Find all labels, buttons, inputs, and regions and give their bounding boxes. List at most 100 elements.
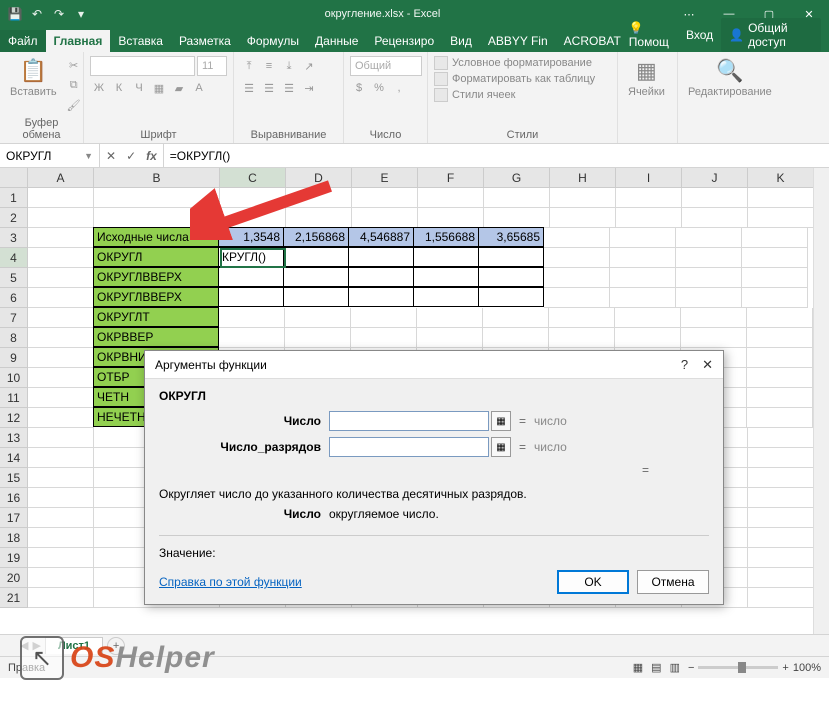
formula-input[interactable]: =ОКРУГЛ() xyxy=(164,144,829,167)
row-5[interactable]: 5 xyxy=(0,268,28,288)
ok-button[interactable]: OK xyxy=(557,570,629,594)
view-normal-icon[interactable]: ▦ xyxy=(633,661,643,674)
dialog-help-icon[interactable]: ? xyxy=(681,357,688,373)
currency-icon[interactable]: $ xyxy=(350,79,368,97)
cell-C3[interactable]: 1,3548 xyxy=(218,227,284,247)
row-10[interactable]: 10 xyxy=(0,368,28,388)
comma-icon[interactable]: , xyxy=(390,79,408,97)
row-7[interactable]: 7 xyxy=(0,308,28,328)
cell-B6[interactable]: ОКРУГЛВВЕРХ xyxy=(93,287,219,307)
cell-B7[interactable]: ОКРУГЛТ xyxy=(93,307,219,327)
tab-review[interactable]: Рецензиро xyxy=(366,30,442,52)
col-B[interactable]: B xyxy=(94,168,220,188)
tab-layout[interactable]: Разметка xyxy=(171,30,239,52)
share-button[interactable]: 👤 Общий доступ xyxy=(721,18,821,52)
col-C[interactable]: C xyxy=(220,168,286,188)
cell-B3[interactable]: Исходные числа xyxy=(93,227,219,247)
arg2-refedit-icon[interactable]: ▦ xyxy=(491,437,511,457)
name-box[interactable]: ОКРУГЛ ▼ xyxy=(0,144,100,167)
undo-icon[interactable]: ↶ xyxy=(28,5,46,23)
row-6[interactable]: 6 xyxy=(0,288,28,308)
help-link[interactable]: Справка по этой функции xyxy=(159,575,302,589)
cell-B8[interactable]: ОКРВВЕР xyxy=(93,327,219,347)
zoom-in-icon[interactable]: + xyxy=(782,662,788,674)
cell-G3[interactable]: 3,65685 xyxy=(478,227,544,247)
enter-formula-icon[interactable]: ✓ xyxy=(126,149,136,163)
qat-dropdown-icon[interactable]: ▾ xyxy=(72,5,90,23)
align-bot-icon[interactable]: ⤓ xyxy=(280,57,298,75)
row-17[interactable]: 17 xyxy=(0,508,28,528)
tab-data[interactable]: Данные xyxy=(307,30,366,52)
tab-home[interactable]: Главная xyxy=(46,30,111,52)
editing-button[interactable]: 🔍Редактирование xyxy=(684,56,776,100)
align-left-icon[interactable]: ☰ xyxy=(240,79,258,97)
cell-D3[interactable]: 2,156868 xyxy=(283,227,349,247)
cell-B4[interactable]: ОКРУГЛ xyxy=(93,247,219,267)
row-13[interactable]: 13 xyxy=(0,428,28,448)
col-F[interactable]: F xyxy=(418,168,484,188)
cell-styles-button[interactable]: Стили ячеек xyxy=(434,88,595,102)
row-16[interactable]: 16 xyxy=(0,488,28,508)
number-format-select[interactable]: Общий xyxy=(350,56,422,76)
cells-button[interactable]: ▦Ячейки xyxy=(624,56,669,100)
row-1[interactable]: 1 xyxy=(0,188,28,208)
underline-button[interactable]: Ч xyxy=(130,79,148,97)
zoom-slider[interactable] xyxy=(698,666,778,669)
fx-icon[interactable]: fx xyxy=(146,149,157,163)
row-9[interactable]: 9 xyxy=(0,348,28,368)
bold-button[interactable]: Ж xyxy=(90,79,108,97)
italic-button[interactable]: К xyxy=(110,79,128,97)
align-right-icon[interactable]: ☰ xyxy=(280,79,298,97)
row-15[interactable]: 15 xyxy=(0,468,28,488)
cell-E3[interactable]: 4,546887 xyxy=(348,227,414,247)
font-color-icon[interactable]: A xyxy=(190,79,208,97)
row-8[interactable]: 8 xyxy=(0,328,28,348)
row-2[interactable]: 2 xyxy=(0,208,28,228)
col-G[interactable]: G xyxy=(484,168,550,188)
row-19[interactable]: 19 xyxy=(0,548,28,568)
dialog-close-icon[interactable]: ✕ xyxy=(702,357,713,373)
arg1-refedit-icon[interactable]: ▦ xyxy=(491,411,511,431)
row-3[interactable]: 3 xyxy=(0,228,28,248)
col-E[interactable]: E xyxy=(352,168,418,188)
format-painter-icon[interactable]: 🖌 xyxy=(65,96,83,114)
font-name-select[interactable] xyxy=(90,56,195,76)
row-14[interactable]: 14 xyxy=(0,448,28,468)
row-4[interactable]: 4 xyxy=(0,248,28,268)
tab-acrobat[interactable]: ACROBAT xyxy=(556,30,629,52)
select-all-corner[interactable] xyxy=(0,168,28,188)
col-I[interactable]: I xyxy=(616,168,682,188)
cell-F3[interactable]: 1,556688 xyxy=(413,227,479,247)
tab-formulas[interactable]: Формулы xyxy=(239,30,307,52)
cancel-formula-icon[interactable]: ✕ xyxy=(106,149,116,163)
cell-C4[interactable]: КРУГЛ() xyxy=(218,247,284,267)
tell-me[interactable]: 💡 Помощ xyxy=(629,21,678,49)
orientation-icon[interactable]: ↗ xyxy=(300,57,318,75)
zoom-out-icon[interactable]: − xyxy=(688,662,694,674)
col-J[interactable]: J xyxy=(682,168,748,188)
conditional-format-button[interactable]: Условное форматирование xyxy=(434,56,595,70)
arg1-input[interactable] xyxy=(329,411,489,431)
tab-file[interactable]: Файл xyxy=(0,30,46,52)
view-break-icon[interactable]: ▥ xyxy=(670,661,680,674)
cancel-button[interactable]: Отмена xyxy=(637,570,709,594)
border-icon[interactable]: ▦ xyxy=(150,79,168,97)
copy-icon[interactable]: ⧉ xyxy=(65,76,83,94)
arg2-input[interactable] xyxy=(329,437,489,457)
vertical-scrollbar[interactable] xyxy=(813,168,829,634)
zoom-level[interactable]: 100% xyxy=(793,662,821,674)
format-as-table-button[interactable]: Форматировать как таблицу xyxy=(434,72,595,86)
col-H[interactable]: H xyxy=(550,168,616,188)
col-K[interactable]: K xyxy=(748,168,814,188)
col-A[interactable]: A xyxy=(28,168,94,188)
align-center-icon[interactable]: ☰ xyxy=(260,79,278,97)
fill-color-icon[interactable]: ▰ xyxy=(170,79,188,97)
row-20[interactable]: 20 xyxy=(0,568,28,588)
cut-icon[interactable]: ✂ xyxy=(65,56,83,74)
indent-icon[interactable]: ⇥ xyxy=(300,79,318,97)
tab-view[interactable]: Вид xyxy=(442,30,480,52)
paste-button[interactable]: 📋 Вставить xyxy=(6,56,61,100)
redo-icon[interactable]: ↷ xyxy=(50,5,68,23)
percent-icon[interactable]: % xyxy=(370,79,388,97)
align-mid-icon[interactable]: ≡ xyxy=(260,57,278,75)
